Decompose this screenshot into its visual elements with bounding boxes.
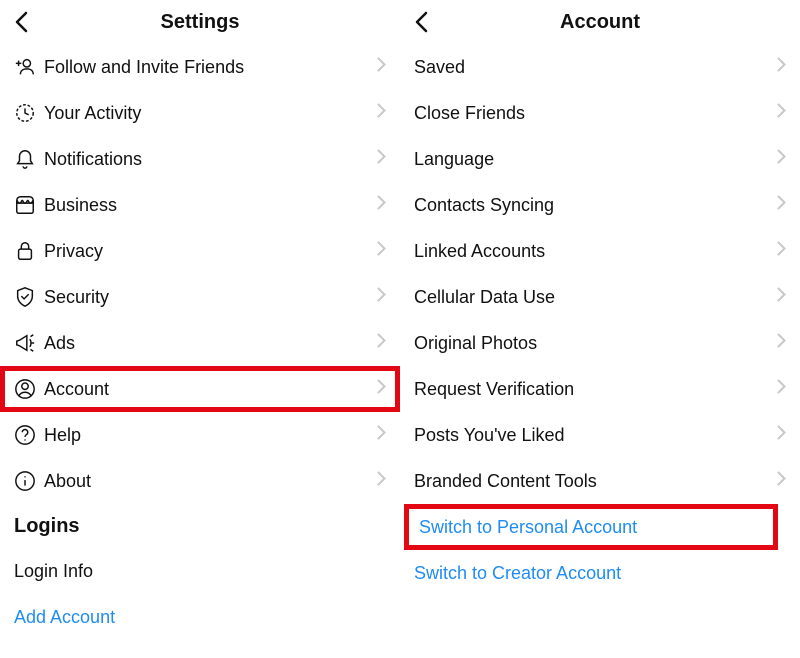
settings-item-ads[interactable]: Ads	[0, 320, 400, 366]
account-item-label: Switch to Personal Account	[419, 517, 773, 538]
account-icon	[14, 378, 44, 400]
settings-list: Follow and Invite Friends Your Activity	[0, 44, 400, 658]
chevron-right-icon	[777, 241, 786, 261]
account-item-branded-content[interactable]: Branded Content Tools	[400, 458, 800, 504]
settings-item-account[interactable]: Account	[0, 366, 400, 412]
settings-item-help[interactable]: Help	[0, 412, 400, 458]
chevron-right-icon	[377, 103, 386, 123]
settings-item-label: Account	[44, 379, 377, 400]
account-item-label: Switch to Creator Account	[414, 563, 786, 584]
settings-item-business[interactable]: Business	[0, 182, 400, 228]
settings-item-about[interactable]: About	[0, 458, 400, 504]
chevron-left-icon	[14, 11, 28, 33]
chevron-right-icon	[377, 333, 386, 353]
account-item-language[interactable]: Language	[400, 136, 800, 182]
settings-title: Settings	[161, 11, 240, 34]
settings-item-activity[interactable]: Your Activity	[0, 90, 400, 136]
settings-item-security[interactable]: Security	[0, 274, 400, 320]
help-icon	[14, 424, 44, 446]
chevron-left-icon	[414, 11, 428, 33]
account-item-contacts-syncing[interactable]: Contacts Syncing	[400, 182, 800, 228]
login-info-row[interactable]: Login Info	[0, 548, 400, 594]
account-item-switch-personal[interactable]: Switch to Personal Account	[404, 504, 778, 550]
account-item-label: Linked Accounts	[414, 241, 777, 262]
account-list: Saved Close Friends Language Contacts Sy…	[400, 44, 800, 658]
chevron-right-icon	[777, 425, 786, 445]
chevron-right-icon	[777, 195, 786, 215]
account-item-label: Contacts Syncing	[414, 195, 777, 216]
add-account-row[interactable]: Add Account	[0, 594, 400, 640]
settings-header: Settings	[0, 0, 400, 44]
chevron-right-icon	[377, 471, 386, 491]
account-item-close-friends[interactable]: Close Friends	[400, 90, 800, 136]
login-info-label: Login Info	[14, 561, 386, 582]
logins-section-title: Logins	[0, 504, 400, 548]
account-item-cellular-data[interactable]: Cellular Data Use	[400, 274, 800, 320]
settings-item-label: Help	[44, 425, 377, 446]
chevron-right-icon	[377, 379, 386, 399]
settings-item-label: About	[44, 471, 377, 492]
chevron-right-icon	[777, 103, 786, 123]
account-title: Account	[560, 11, 640, 34]
settings-item-label: Security	[44, 287, 377, 308]
business-icon	[14, 194, 44, 216]
settings-item-label: Privacy	[44, 241, 377, 262]
account-item-switch-creator[interactable]: Switch to Creator Account	[400, 550, 800, 596]
chevron-right-icon	[777, 471, 786, 491]
chevron-right-icon	[377, 149, 386, 169]
chevron-right-icon	[377, 287, 386, 307]
notifications-icon	[14, 148, 44, 170]
account-item-label: Language	[414, 149, 777, 170]
follow-invite-icon	[14, 56, 44, 78]
account-item-request-verification[interactable]: Request Verification	[400, 366, 800, 412]
settings-pane: Settings Follow and Invite Friends	[0, 0, 400, 658]
chevron-right-icon	[777, 379, 786, 399]
account-item-linked-accounts[interactable]: Linked Accounts	[400, 228, 800, 274]
account-item-original-photos[interactable]: Original Photos	[400, 320, 800, 366]
account-item-saved[interactable]: Saved	[400, 44, 800, 90]
settings-item-privacy[interactable]: Privacy	[0, 228, 400, 274]
add-account-label: Add Account	[14, 607, 386, 628]
account-item-label: Branded Content Tools	[414, 471, 777, 492]
account-item-label: Cellular Data Use	[414, 287, 777, 308]
about-icon	[14, 470, 44, 492]
privacy-icon	[14, 240, 44, 262]
settings-item-label: Your Activity	[44, 103, 377, 124]
settings-item-label: Notifications	[44, 149, 377, 170]
account-item-posts-liked[interactable]: Posts You've Liked	[400, 412, 800, 458]
chevron-right-icon	[377, 195, 386, 215]
security-icon	[14, 286, 44, 308]
chevron-right-icon	[777, 287, 786, 307]
account-item-label: Posts You've Liked	[414, 425, 777, 446]
activity-icon	[14, 102, 44, 124]
ads-icon	[14, 332, 44, 354]
chevron-right-icon	[377, 57, 386, 77]
chevron-right-icon	[377, 241, 386, 261]
back-button[interactable]	[414, 0, 428, 44]
account-item-label: Saved	[414, 57, 777, 78]
chevron-right-icon	[777, 149, 786, 169]
settings-item-label: Ads	[44, 333, 377, 354]
settings-item-notifications[interactable]: Notifications	[0, 136, 400, 182]
chevron-right-icon	[377, 425, 386, 445]
back-button[interactable]	[14, 0, 28, 44]
account-item-label: Request Verification	[414, 379, 777, 400]
settings-item-label: Business	[44, 195, 377, 216]
settings-item-follow-invite[interactable]: Follow and Invite Friends	[0, 44, 400, 90]
account-item-label: Original Photos	[414, 333, 777, 354]
chevron-right-icon	[777, 333, 786, 353]
account-item-label: Close Friends	[414, 103, 777, 124]
chevron-right-icon	[777, 57, 786, 77]
account-header: Account	[400, 0, 800, 44]
account-pane: Account Saved Close Friends Language Con…	[400, 0, 800, 658]
settings-item-label: Follow and Invite Friends	[44, 57, 377, 78]
